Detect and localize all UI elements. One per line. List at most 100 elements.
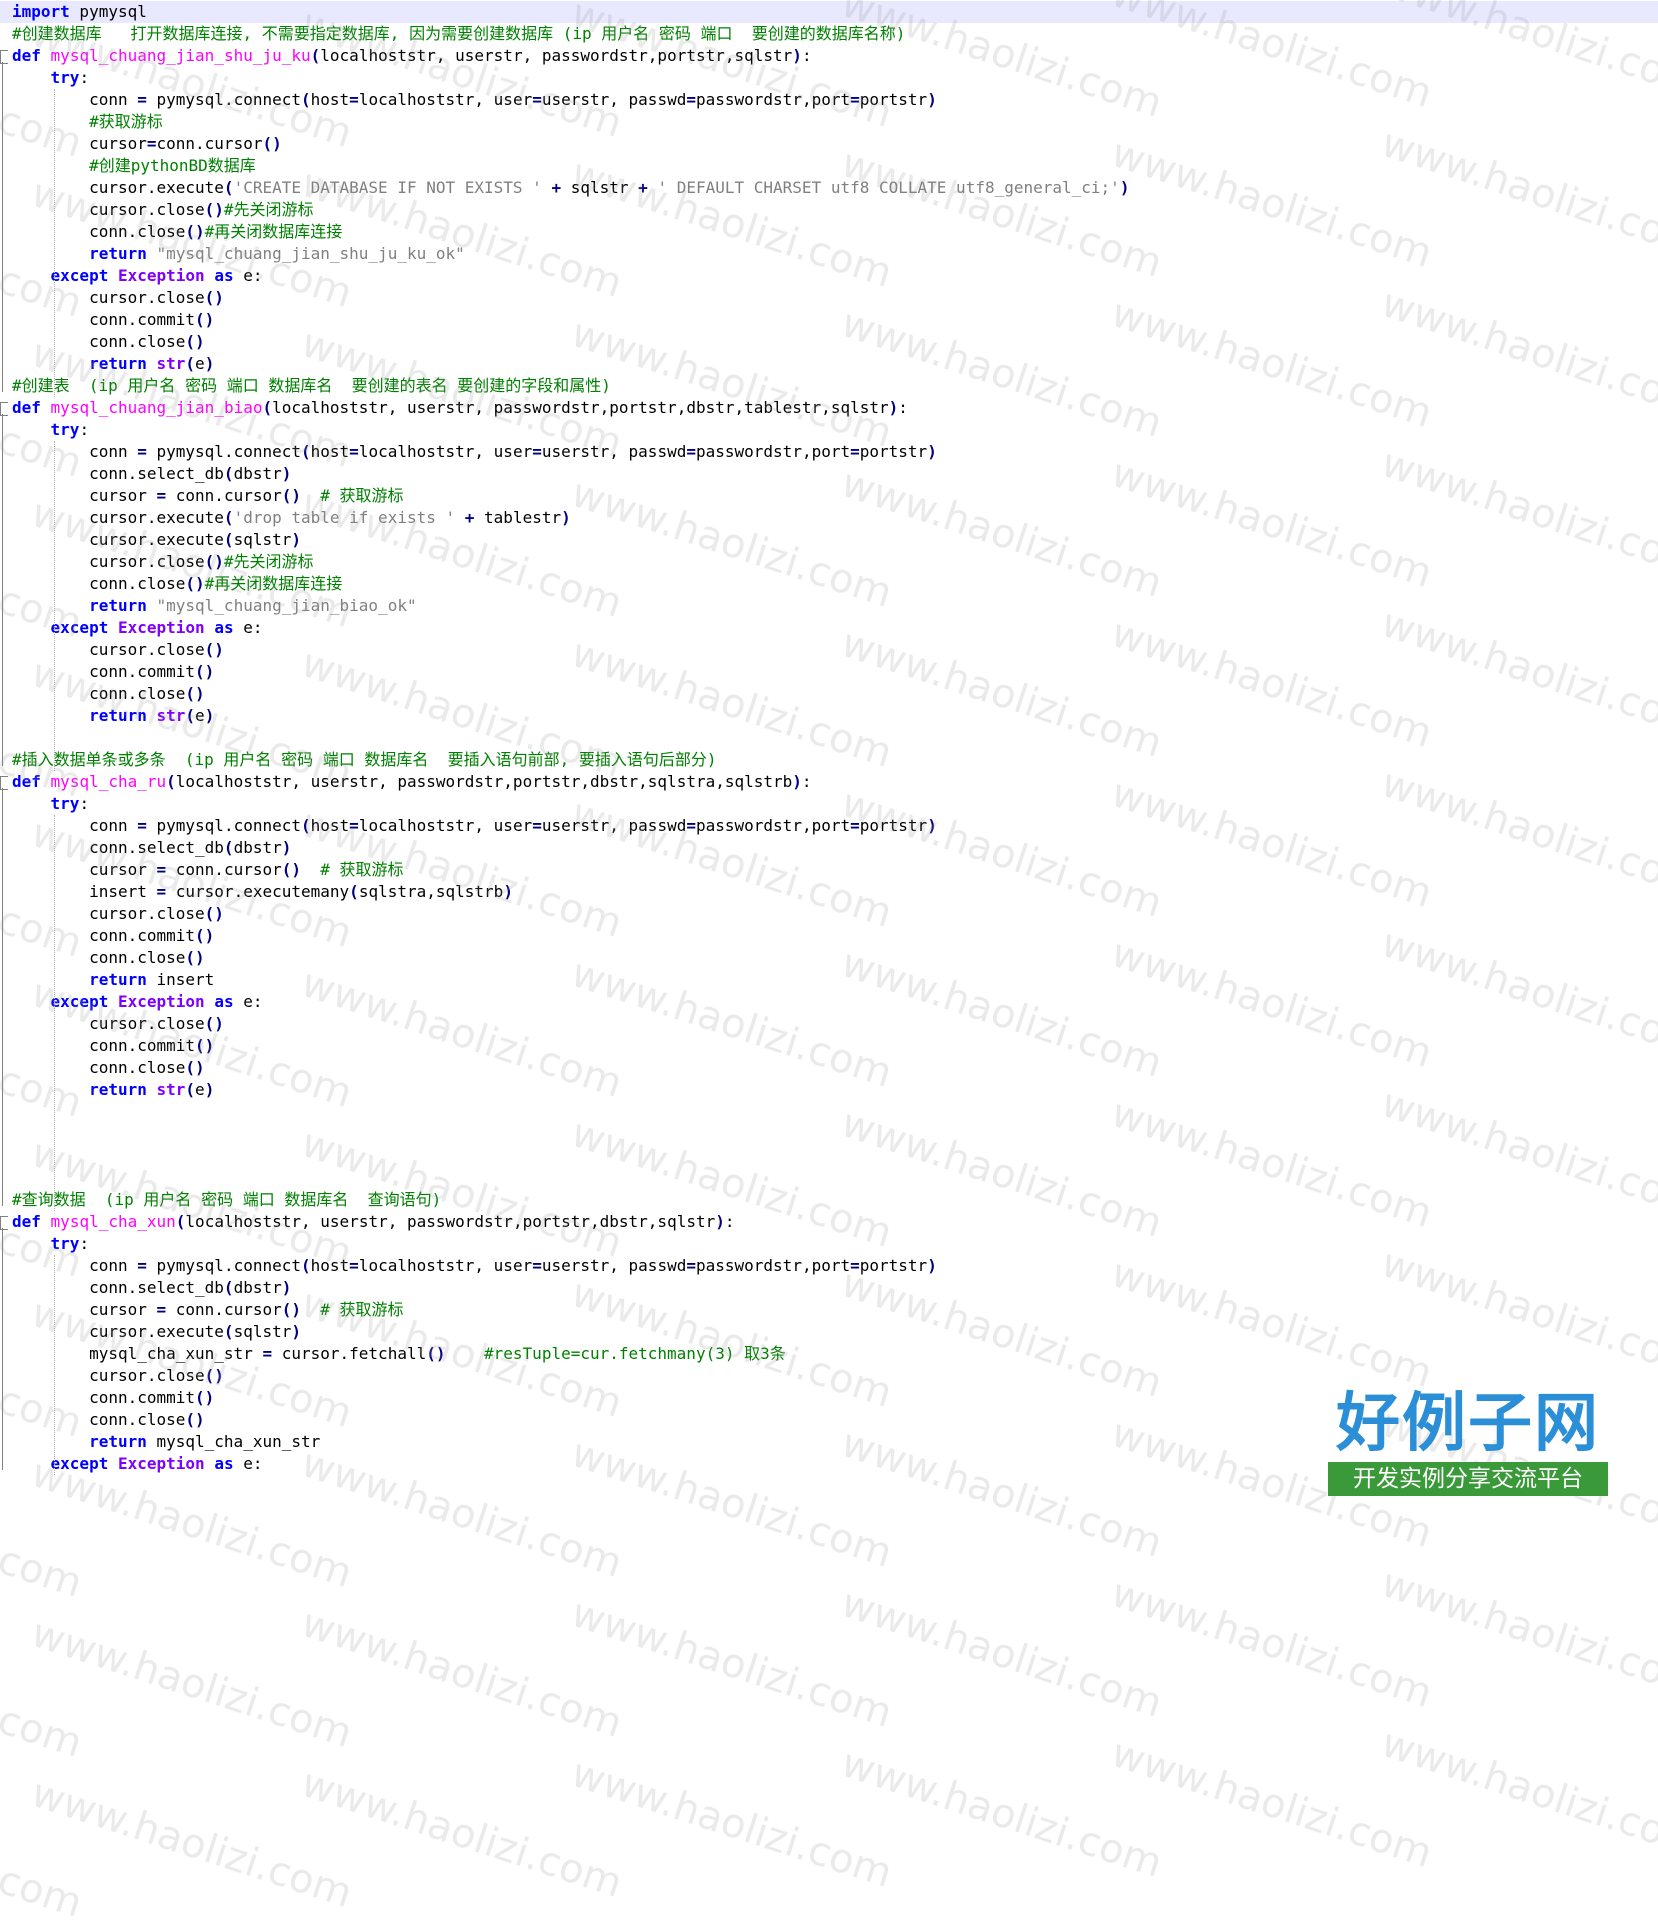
operator: ): [927, 1256, 937, 1275]
code-line[interactable]: try:: [0, 419, 1658, 441]
code-line[interactable]: def mysql_chuang_jian_shu_ju_ku(localhos…: [0, 45, 1658, 67]
operator: (: [185, 354, 196, 373]
code-text: userstr, passwd: [541, 816, 687, 835]
string-literal: 'CREATE DATABASE IF NOT EXISTS ': [233, 178, 542, 197]
watermark: www.haolizi.com: [0, 1460, 88, 1607]
code-line[interactable]: conn.commit(): [0, 309, 1658, 331]
code-line[interactable]: [0, 1123, 1658, 1145]
code-line[interactable]: #插入数据单条或多条 (ip 用户名 密码 端口 数据库名 要插入语句前部, 要…: [0, 749, 1658, 771]
code-line[interactable]: except Exception as e:: [0, 265, 1658, 287]
operator: (): [185, 948, 205, 967]
code-line[interactable]: return "mysql_chuang_jian_shu_ju_ku_ok": [0, 243, 1658, 265]
code-line[interactable]: conn.close()#再关闭数据库连接: [0, 573, 1658, 595]
code-line[interactable]: #创建表 (ip 用户名 密码 端口 数据库名 要创建的表名 要创建的字段和属性…: [0, 375, 1658, 397]
code-line[interactable]: return str(e): [0, 1079, 1658, 1101]
code-editor[interactable]: import pymysql #创建数据库 打开数据库连接, 不需要指定数据库, …: [0, 0, 1658, 1927]
code-line[interactable]: conn.select_db(dbstr): [0, 463, 1658, 485]
code-text: conn.close: [12, 1410, 186, 1429]
indent-guide: [54, 1255, 55, 1475]
code-line[interactable]: cursor = conn.cursor() # 获取游标: [0, 859, 1658, 881]
code-line[interactable]: try:: [0, 793, 1658, 815]
code-text: portstr: [859, 1256, 928, 1275]
code-line[interactable]: conn.close(): [0, 1057, 1658, 1079]
code-line[interactable]: conn.close()#再关闭数据库连接: [0, 221, 1658, 243]
indent-guide: [54, 441, 55, 771]
code-line[interactable]: [0, 1101, 1658, 1123]
operator: (: [223, 838, 234, 857]
code-line[interactable]: cursor.execute('CREATE DATABASE IF NOT E…: [0, 177, 1658, 199]
code-line[interactable]: insert = cursor.executemany(sqlstra,sqls…: [0, 881, 1658, 903]
code-line[interactable]: return insert: [0, 969, 1658, 991]
code-line[interactable]: conn.commit(): [0, 925, 1658, 947]
code-text: e: [195, 1080, 205, 1099]
code-line[interactable]: #创建pythonBD数据库: [0, 155, 1658, 177]
operator: ): [1119, 178, 1130, 197]
code-line[interactable]: return "mysql_chuang_jian_biao_ok": [0, 595, 1658, 617]
code-text: cursor.close: [12, 552, 205, 571]
code-line[interactable]: cursor.execute('drop table if exists ' +…: [0, 507, 1658, 529]
code-line[interactable]: import pymysql: [0, 1, 1658, 23]
operator: (): [185, 574, 205, 593]
code-line[interactable]: return str(e): [0, 705, 1658, 727]
code-line[interactable]: mysql_cha_xun_str = cursor.fetchall() #r…: [0, 1343, 1658, 1365]
code-text: dbstr: [233, 1278, 282, 1297]
operator: (): [195, 926, 215, 945]
code-text: cursor.execute: [12, 1322, 224, 1341]
code-line[interactable]: conn.select_db(dbstr): [0, 837, 1658, 859]
code-line[interactable]: except Exception as e:: [0, 617, 1658, 639]
code-text: conn.close: [12, 332, 186, 351]
code-line[interactable]: cursor.close(): [0, 1365, 1658, 1387]
code-line[interactable]: conn.commit(): [0, 661, 1658, 683]
code-line[interactable]: cursor.close()#先关闭游标: [0, 551, 1658, 573]
code-line[interactable]: conn = pymysql.connect(host=localhoststr…: [0, 441, 1658, 463]
code-line[interactable]: [0, 727, 1658, 749]
code-line[interactable]: cursor=conn.cursor(): [0, 133, 1658, 155]
operator: ): [927, 816, 937, 835]
code-text: conn.commit: [12, 662, 196, 681]
code-line[interactable]: cursor.close(): [0, 287, 1658, 309]
code-line[interactable]: cursor.close(): [0, 1013, 1658, 1035]
code-line[interactable]: try:: [0, 1233, 1658, 1255]
code-line[interactable]: #查询数据 (ip 用户名 密码 端口 数据库名 查询语句): [0, 1189, 1658, 1211]
code-line[interactable]: cursor.close()#先关闭游标: [0, 199, 1658, 221]
code-line[interactable]: conn.commit(): [0, 1035, 1658, 1057]
code-line[interactable]: def mysql_cha_ru(localhoststr, userstr, …: [0, 771, 1658, 793]
code-line[interactable]: conn.close(): [0, 947, 1658, 969]
code-line[interactable]: cursor.execute(sqlstr): [0, 529, 1658, 551]
code-text: cursor: [12, 1300, 157, 1319]
comment: #获取游标: [89, 112, 163, 131]
operator: =: [850, 1256, 860, 1275]
code-line[interactable]: def mysql_chuang_jian_biao(localhoststr,…: [0, 397, 1658, 419]
code-line[interactable]: cursor = conn.cursor() # 获取游标: [0, 485, 1658, 507]
code-line[interactable]: def mysql_cha_xun(localhoststr, userstr,…: [0, 1211, 1658, 1233]
code-line[interactable]: conn = pymysql.connect(host=localhoststr…: [0, 89, 1658, 111]
comment: #创建pythonBD数据库: [89, 156, 256, 175]
code-line[interactable]: cursor = conn.cursor() # 获取游标: [0, 1299, 1658, 1321]
code-line[interactable]: try:: [0, 67, 1658, 89]
code-line[interactable]: [0, 1167, 1658, 1189]
code-line[interactable]: cursor.execute(sqlstr): [0, 1321, 1658, 1343]
code-text: userstr, passwd: [541, 1256, 687, 1275]
code-line[interactable]: return str(e): [0, 353, 1658, 375]
code-line[interactable]: cursor.close(): [0, 639, 1658, 661]
operator: (): [195, 662, 215, 681]
code-line[interactable]: conn = pymysql.connect(host=localhoststr…: [0, 815, 1658, 837]
code-line[interactable]: conn = pymysql.connect(host=localhoststr…: [0, 1255, 1658, 1277]
code-line[interactable]: #创建数据库 打开数据库连接, 不需要指定数据库, 因为需要创建数据库 (ip …: [0, 23, 1658, 45]
code-text: pymysql.connect: [146, 816, 302, 835]
code-line[interactable]: #获取游标: [0, 111, 1658, 133]
code-line[interactable]: cursor.close(): [0, 903, 1658, 925]
code-line[interactable]: except Exception as e:: [0, 991, 1658, 1013]
code-line[interactable]: [0, 1145, 1658, 1167]
code-line[interactable]: conn.close(): [0, 331, 1658, 353]
code-text: conn: [12, 90, 138, 109]
code-line[interactable]: conn.close(): [0, 683, 1658, 705]
keyword: return: [89, 1080, 147, 1099]
code-line[interactable]: conn.select_db(dbstr): [0, 1277, 1658, 1299]
